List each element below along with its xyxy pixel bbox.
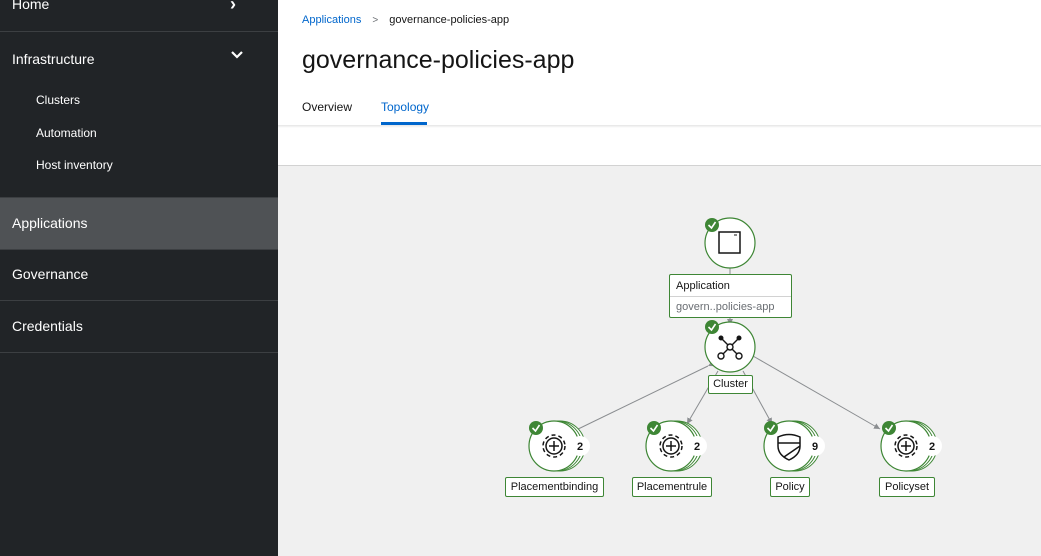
sidebar-item-automation[interactable]: Automation xyxy=(36,126,97,140)
success-icon xyxy=(705,320,719,334)
sidebar-item-credentials[interactable]: Credentials xyxy=(0,301,278,353)
edge-cluster-policyset xyxy=(746,350,881,430)
sidebar-item-infrastructure[interactable]: Infrastructure xyxy=(12,51,94,67)
page-title: governance-policies-app xyxy=(302,46,575,74)
breadcrumb-link-applications[interactable]: Applications xyxy=(302,14,361,26)
cluster-node[interactable] xyxy=(704,320,756,373)
tab-topology[interactable]: Topology xyxy=(381,100,429,114)
success-icon xyxy=(705,218,719,232)
application-node-label[interactable]: Application govern..policies-app xyxy=(669,274,792,318)
sidebar-item-label: Home xyxy=(12,0,50,12)
sidebar-item-label: Governance xyxy=(12,266,89,282)
tab-overview[interactable]: Overview xyxy=(302,100,352,114)
divider xyxy=(670,296,791,297)
topology-canvas[interactable]: 2 2 9 2 Application govern..policies-app… xyxy=(278,165,1041,556)
sidebar-item-label: Credentials xyxy=(12,318,83,334)
success-icon xyxy=(647,421,661,435)
placementbinding-node-label[interactable]: Placementbinding xyxy=(505,477,604,497)
sidebar-group-infrastructure: Infrastructure Clusters Automation Host … xyxy=(0,32,278,198)
count-badge: 9 xyxy=(812,441,818,453)
application-node[interactable] xyxy=(704,217,756,269)
topology-edges: 2 2 9 2 xyxy=(528,217,942,472)
cluster-node-label[interactable]: Cluster xyxy=(708,375,753,394)
main-content: Applications > governance-policies-app g… xyxy=(278,0,1041,556)
chevron-down-icon[interactable] xyxy=(230,48,244,62)
sidebar-item-governance[interactable]: Governance xyxy=(0,249,278,301)
success-icon xyxy=(529,421,543,435)
success-icon xyxy=(882,421,896,435)
count-badge: 2 xyxy=(694,441,700,453)
sidebar-item-applications[interactable]: Applications xyxy=(0,198,278,250)
sidebar-item-clusters[interactable]: Clusters xyxy=(36,93,80,107)
application-type-label: Application xyxy=(676,280,730,292)
placementrule-node-label[interactable]: Placementrule xyxy=(632,477,712,497)
chevron-right-icon: › xyxy=(230,0,236,14)
count-badge: 2 xyxy=(929,441,935,453)
policyset-node-label[interactable]: Policyset xyxy=(879,477,935,497)
policy-node-label[interactable]: Policy xyxy=(770,477,810,497)
sidebar: Home › Infrastructure Clusters Automatio… xyxy=(0,0,278,556)
count-badge: 2 xyxy=(577,441,583,453)
sidebar-item-host-inventory[interactable]: Host inventory xyxy=(36,158,113,172)
application-name-label: govern..policies-app xyxy=(676,301,775,313)
breadcrumb-separator-icon: > xyxy=(372,15,379,26)
sidebar-item-home[interactable]: Home › xyxy=(0,0,278,32)
breadcrumb: Applications > governance-policies-app xyxy=(302,14,509,26)
success-icon xyxy=(764,421,778,435)
breadcrumb-current: governance-policies-app xyxy=(389,14,510,26)
header-divider xyxy=(278,125,1041,128)
sidebar-item-label: Applications xyxy=(12,215,88,231)
